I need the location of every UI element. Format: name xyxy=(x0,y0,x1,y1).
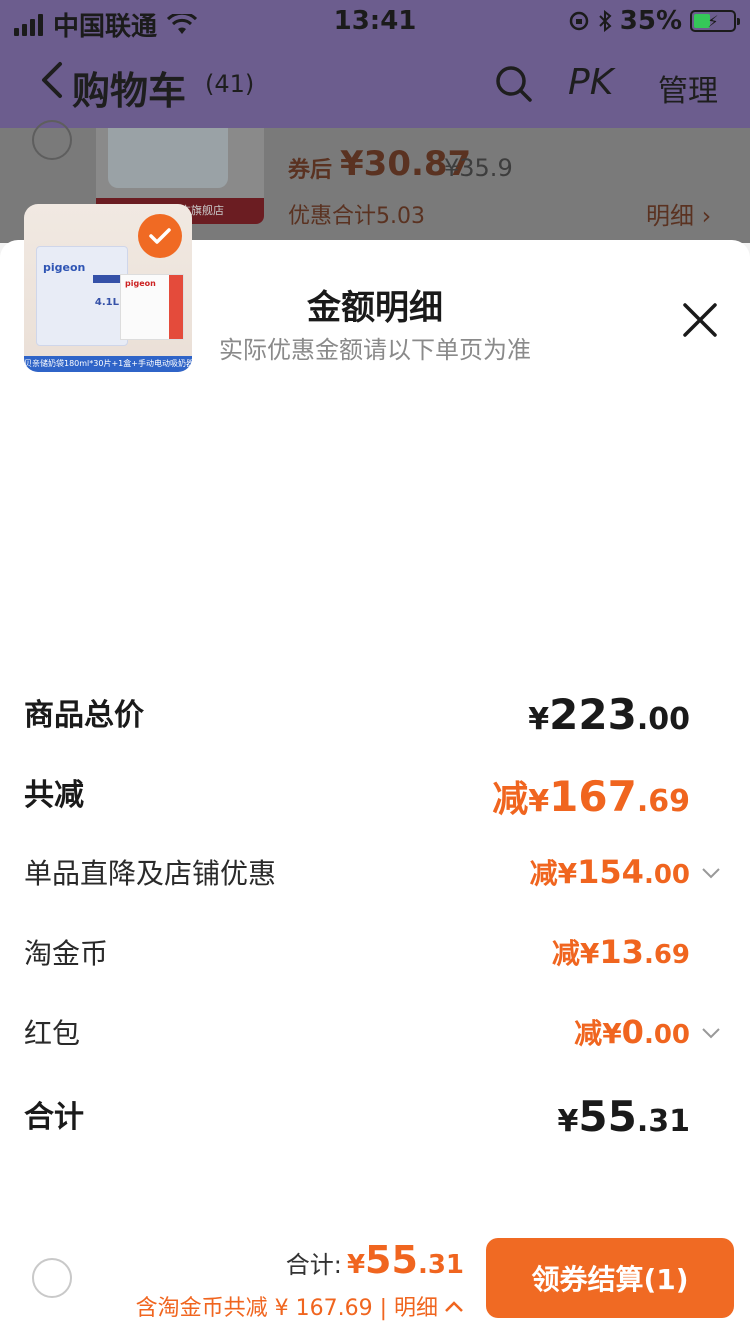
manage-button[interactable]: 管理 xyxy=(658,66,718,110)
chevron-down-icon[interactable] xyxy=(700,1022,722,1044)
row-goods-total: 商品总价 ¥223.00 xyxy=(24,690,690,739)
battery-percent: 35% xyxy=(619,6,682,36)
nav-bar: 购物车 (41) PK 管理 xyxy=(0,42,750,128)
red-packet-value: 减¥0.00 xyxy=(574,1013,690,1051)
row-taojinbi: 淘金币 减¥13.69 xyxy=(24,933,690,971)
orientation-lock-icon xyxy=(569,11,589,31)
checkout-button[interactable]: 领券结算(1) xyxy=(486,1238,734,1318)
goods-total-value: ¥223.00 xyxy=(528,690,690,739)
battery-icon: ⚡ xyxy=(690,10,740,32)
search-icon[interactable] xyxy=(494,64,534,104)
back-chevron-icon[interactable] xyxy=(40,60,64,100)
selected-check-icon[interactable] xyxy=(138,214,182,258)
discount-total: 优惠合计5.03 xyxy=(288,204,425,229)
after-coupon-label: 券后 xyxy=(288,158,333,183)
box-image: pigeon xyxy=(120,274,184,340)
row-red-packet[interactable]: 红包 减¥0.00 xyxy=(24,1012,726,1056)
storage-bag-image: pigeon 4.1L xyxy=(36,246,128,346)
row-grand-total: 合计 ¥55.31 xyxy=(24,1092,690,1141)
original-price: ¥35.9 xyxy=(444,154,513,182)
saved-detail-link[interactable]: 含淘金币共减 ¥ 167.69 | 明细 xyxy=(136,1290,464,1322)
cart-count: (41) xyxy=(205,70,255,98)
item-discount-value: 减¥154.00 xyxy=(529,853,690,891)
grand-total-value: ¥55.31 xyxy=(557,1092,690,1141)
taojinbi-value: 减¥13.69 xyxy=(551,933,690,971)
page-title: 购物车 xyxy=(72,69,187,113)
pk-button[interactable]: PK xyxy=(568,62,613,103)
bluetooth-icon xyxy=(599,10,612,32)
chevron-down-icon[interactable] xyxy=(700,862,722,884)
status-bar: 中国联通 13:41 35% ⚡ xyxy=(0,0,750,42)
close-icon[interactable] xyxy=(682,302,718,338)
row-total-reduce: 共减 减¥167.69 xyxy=(24,772,690,821)
cart-item-radio[interactable] xyxy=(32,120,72,160)
bottom-total: 合计: ¥55.31 xyxy=(285,1238,464,1282)
row-item-discount[interactable]: 单品直降及店铺优惠 减¥154.00 xyxy=(24,852,726,896)
total-reduce-value: 减¥167.69 xyxy=(492,772,690,821)
chevron-up-icon xyxy=(445,1301,463,1312)
select-all-radio[interactable] xyxy=(32,1258,72,1298)
detail-link[interactable]: 明细 › xyxy=(646,196,711,231)
product-caption: 贝亲储奶袋180ml*30片+1盒+手动电动吸奶器防溢乳垫132片 xyxy=(24,356,192,372)
